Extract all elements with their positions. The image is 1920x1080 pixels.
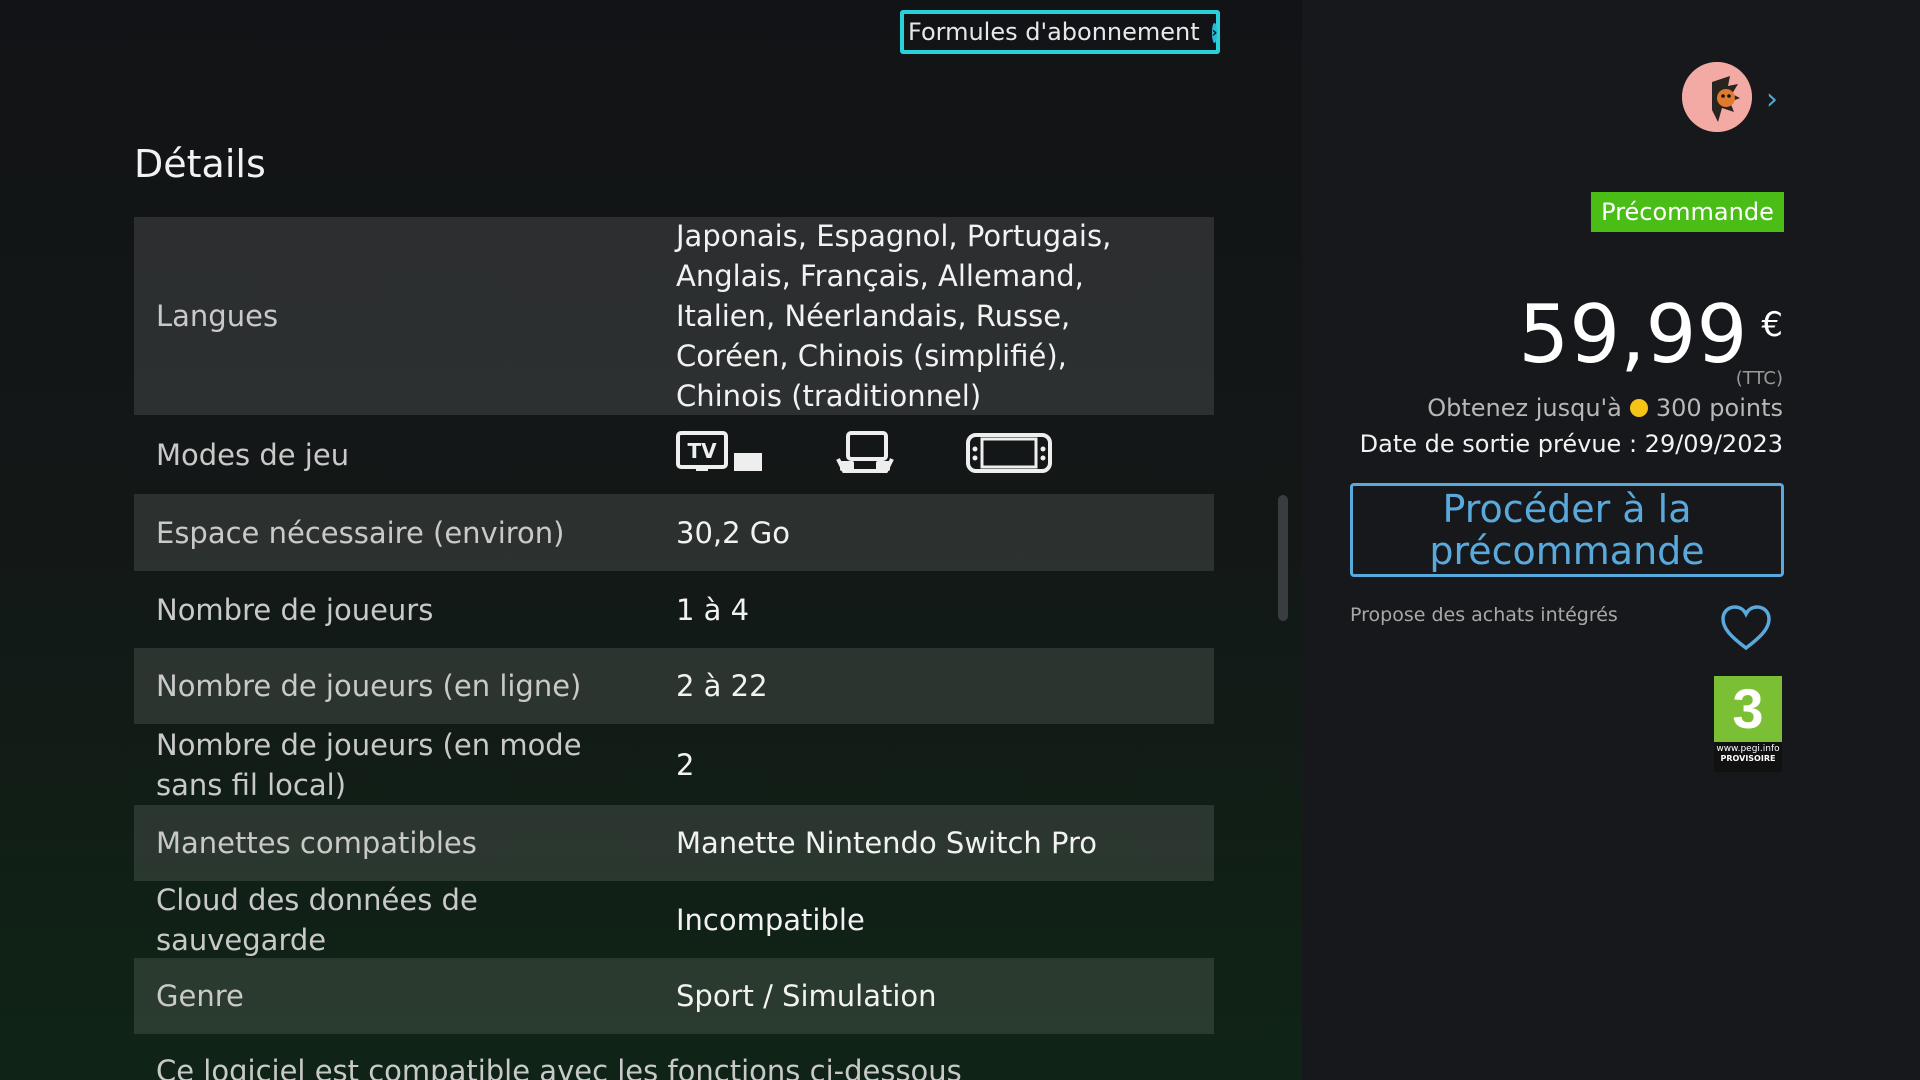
points-prefix: Obtenez jusqu'à: [1427, 394, 1622, 422]
row-label: Cloud des données de sauvegarde: [156, 882, 478, 957]
tabletop-mode-icon: [834, 430, 896, 479]
row-label: Langues: [156, 299, 279, 333]
row-value: Sport / Simulation: [676, 979, 937, 1013]
details-row-cloud-save: Cloud des données de sauvegarde Incompat…: [134, 881, 1214, 958]
scrollbar[interactable]: [1278, 495, 1288, 621]
tv-mode-icon: TV: [676, 430, 764, 479]
pegi-rating-badge: 3 www.pegi.info PROVISOIRE: [1714, 676, 1782, 772]
details-row-players-online: Nombre de joueurs (en ligne) 2 à 22: [134, 648, 1214, 724]
avatar[interactable]: [1682, 62, 1752, 132]
handheld-mode-icon: [966, 431, 1052, 479]
preorder-button[interactable]: Procéder à la précommande: [1350, 483, 1784, 577]
play-modes: TV: [654, 430, 1052, 479]
points-value: 300 points: [1655, 394, 1783, 422]
arrow-right-circle-icon: ›: [1211, 23, 1218, 43]
row-value: Manette Nintendo Switch Pro: [676, 826, 1098, 860]
details-row-players: Nombre de joueurs 1 à 4: [134, 571, 1214, 648]
wishlist-heart-icon[interactable]: [1720, 604, 1772, 656]
details-pane: Formules d'abonnement › Détails Langues …: [0, 0, 1302, 1080]
row-value: Incompatible: [676, 902, 865, 937]
price: 59,99 €: [1518, 280, 1783, 380]
points-reward: Obtenez jusqu'à 300 points: [1427, 394, 1783, 422]
row-label: Espace nécessaire (environ): [156, 515, 565, 550]
details-row-controllers: Manettes compatibles Manette Nintendo Sw…: [134, 805, 1214, 881]
row-value: 30,2 Go: [676, 515, 791, 550]
details-table: Langues Japonais, Espagnol, Portugais, A…: [134, 217, 1214, 1034]
preorder-badge: Précommande: [1591, 192, 1784, 232]
details-row-play-modes: Modes de jeu TV: [134, 415, 1214, 494]
price-currency: €: [1761, 305, 1783, 345]
tax-note: (TTC): [1735, 368, 1783, 389]
pegi-provisional: PROVISOIRE: [1720, 754, 1776, 763]
details-row-genre: Genre Sport / Simulation: [134, 958, 1214, 1034]
row-label: Nombre de joueurs: [156, 592, 434, 627]
row-value: 2 à 22: [676, 669, 768, 703]
details-row-storage: Espace nécessaire (environ) 30,2 Go: [134, 494, 1214, 571]
pegi-rating-value: 3: [1714, 676, 1782, 742]
chevron-right-icon[interactable]: ›: [1766, 82, 1778, 117]
compatibility-note: Ce logiciel est compatible avec les fonc…: [156, 1054, 962, 1080]
row-label: Genre: [156, 979, 244, 1013]
svg-text:TV: TV: [687, 439, 717, 463]
gold-coin-icon: [1629, 399, 1648, 417]
row-label: Modes de jeu: [156, 437, 350, 472]
price-amount: 59,99: [1518, 288, 1748, 381]
subscription-plans-label: Formules d'abonnement: [908, 18, 1200, 46]
pegi-url: www.pegi.info: [1716, 744, 1780, 754]
row-value: 1 à 4: [676, 592, 750, 627]
row-label: Nombre de joueurs (en ligne): [156, 669, 582, 703]
subscription-plans-button[interactable]: Formules d'abonnement ›: [900, 10, 1220, 54]
release-date: Date de sortie prévue : 29/09/2023: [1359, 430, 1783, 458]
details-title: Détails: [134, 142, 266, 186]
row-label: Manettes compatibles: [156, 826, 477, 860]
in-app-purchases-note: Propose des achats intégrés: [1350, 604, 1618, 626]
details-row-languages: Langues Japonais, Espagnol, Portugais, A…: [134, 217, 1214, 415]
details-row-players-local-wireless: Nombre de joueurs (en mode sans fil loca…: [134, 724, 1214, 805]
row-value: Japonais, Espagnol, Portugais, Anglais, …: [676, 219, 1112, 413]
row-label: Nombre de joueurs (en mode sans fil loca…: [156, 727, 582, 802]
row-value: 2: [676, 747, 695, 782]
